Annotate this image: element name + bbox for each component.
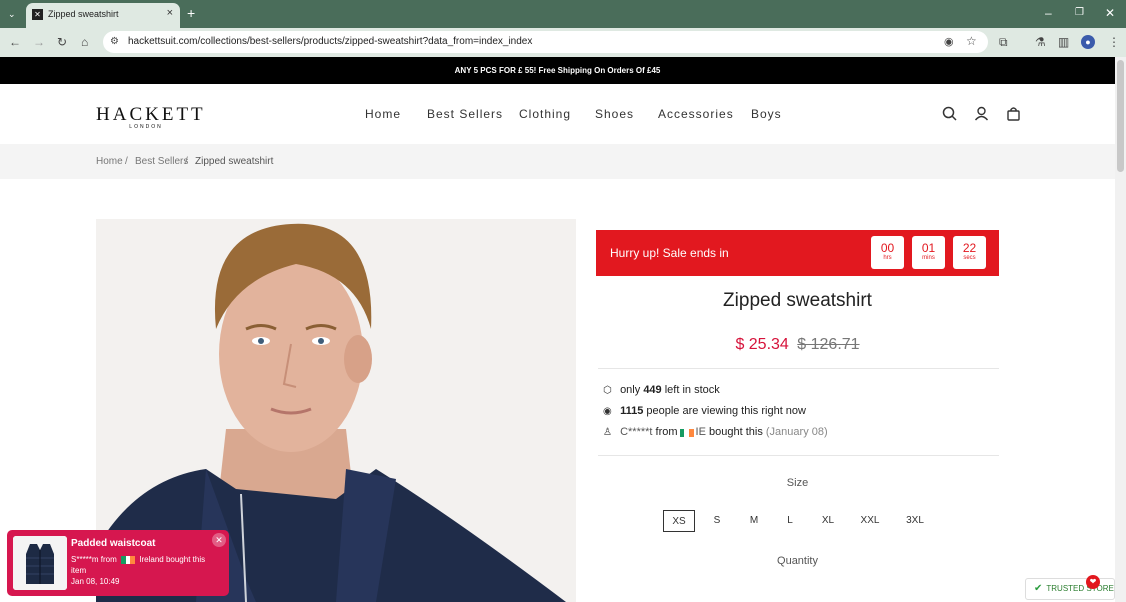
stock-info: ⬡ only 449 left in stock bbox=[603, 384, 720, 396]
minimize-icon[interactable]: – bbox=[1045, 6, 1052, 20]
nav-shoes[interactable]: Shoes bbox=[595, 107, 634, 121]
size-label: Size bbox=[786, 477, 809, 489]
forward-arrow-icon[interactable]: → bbox=[33, 35, 45, 49]
buyer-country: IE bbox=[695, 426, 706, 438]
stock-count: 449 bbox=[643, 384, 662, 396]
size-option-l[interactable]: L bbox=[779, 510, 801, 532]
close-window-icon[interactable]: ✕ bbox=[1105, 6, 1115, 20]
size-option-m[interactable]: M bbox=[742, 510, 766, 532]
viewers-count: 1115 bbox=[620, 405, 644, 417]
countdown-mins: 01 mins bbox=[912, 236, 945, 269]
nav-accessories[interactable]: Accessories bbox=[658, 107, 734, 121]
cart-bag-icon[interactable] bbox=[1006, 106, 1021, 121]
nav-best-sellers[interactable]: Best Sellers bbox=[427, 107, 503, 121]
search-icon[interactable] bbox=[942, 106, 957, 121]
popup-message: S*****m from Ireland bought this item bbox=[71, 554, 221, 576]
popup-buyer: S*****m from bbox=[71, 555, 117, 564]
ireland-flag-icon bbox=[121, 555, 135, 564]
tab-list-chevron-icon[interactable]: ⌄ bbox=[8, 7, 16, 21]
box-icon: ⬡ bbox=[603, 385, 612, 396]
price-original: $ 126.71 bbox=[797, 336, 860, 353]
stock-pre: only bbox=[620, 384, 641, 396]
account-icon[interactable] bbox=[974, 106, 989, 121]
scrollbar-thumb[interactable] bbox=[1117, 60, 1124, 172]
breadcrumb-separator: / bbox=[185, 156, 188, 167]
nav-clothing[interactable]: Clothing bbox=[519, 107, 571, 121]
address-bar[interactable]: ⚙ hackettsuit.com/collections/best-selle… bbox=[103, 31, 988, 53]
size-option-xxl[interactable]: XXL bbox=[856, 510, 884, 532]
trusted-store-badge[interactable]: ✔ TRUSTED STORE bbox=[1025, 578, 1115, 600]
countdown-secs-value: 22 bbox=[962, 241, 977, 255]
popup-close-icon[interactable]: ✕ bbox=[212, 533, 226, 547]
size-option-3xl[interactable]: 3XL bbox=[901, 510, 929, 532]
tab-close-icon[interactable]: × bbox=[167, 7, 173, 19]
popup-suffix: item bbox=[71, 566, 87, 575]
breadcrumb-separator: / bbox=[125, 156, 128, 167]
breadcrumb-current: Zipped sweatshirt bbox=[195, 156, 274, 167]
nav-home[interactable]: Home bbox=[365, 107, 401, 121]
user-icon: ♙ bbox=[603, 427, 612, 438]
popup-product-thumbnail[interactable] bbox=[13, 536, 67, 590]
divider bbox=[598, 368, 999, 369]
home-icon[interactable]: ⌂ bbox=[81, 35, 88, 49]
url-text[interactable]: hackettsuit.com/collections/best-sellers… bbox=[128, 36, 532, 47]
price-current: $ 25.34 bbox=[735, 336, 789, 353]
viewers-info: ◉ 1115 people are viewing this right now bbox=[603, 405, 806, 417]
announcement-bar: ANY 5 PCS FOR £ 55! Free Shipping On Ord… bbox=[0, 57, 1115, 84]
shield-check-icon: ✔ bbox=[1034, 583, 1043, 594]
popup-time: Jan 08, 10:49 bbox=[71, 577, 120, 586]
trusted-store-alert-icon[interactable]: ❤ bbox=[1086, 575, 1100, 589]
countdown-secs-unit: secs bbox=[963, 255, 976, 261]
lab-flask-icon[interactable]: ⚗ bbox=[1035, 35, 1046, 49]
purchase-notification-popup[interactable]: Padded waistcoat S*****m from Ireland bo… bbox=[7, 530, 229, 596]
new-tab-plus-icon[interactable]: + bbox=[187, 6, 195, 20]
size-option-xs[interactable]: XS bbox=[663, 510, 695, 532]
buyer-date: (January 08) bbox=[765, 426, 828, 438]
buyer-name: C*****t bbox=[620, 426, 653, 438]
browser-menu-icon[interactable]: ⋮ bbox=[1108, 35, 1120, 49]
buyer-action: bought this bbox=[709, 426, 763, 438]
logo-main-text: HACKETT bbox=[96, 104, 206, 125]
recent-buyer-info: ♙ C*****t from IE bought this (January 08… bbox=[603, 426, 828, 438]
eye-off-icon[interactable]: ◉ bbox=[944, 35, 954, 49]
trusted-store-label: TRUSTED STORE bbox=[1046, 584, 1114, 593]
side-panel-icon[interactable]: ▥ bbox=[1058, 35, 1069, 49]
product-title: Zipped sweatshirt bbox=[723, 290, 872, 311]
quantity-label: Quantity bbox=[777, 555, 818, 567]
product-price: $ 25.34 $ 126.71 bbox=[596, 336, 999, 354]
eye-icon: ◉ bbox=[603, 406, 612, 417]
sale-countdown-bar: Hurry up! Sale ends in 00 hrs 01 mins 22… bbox=[596, 230, 999, 276]
breadcrumb-home[interactable]: Home bbox=[96, 156, 123, 167]
hackett-logo[interactable]: HACKETT LONDON bbox=[96, 104, 206, 130]
divider bbox=[598, 455, 999, 456]
viewers-post: people are viewing this right now bbox=[646, 405, 806, 417]
countdown-hours-unit: hrs bbox=[883, 255, 892, 261]
countdown-mins-value: 01 bbox=[921, 241, 936, 255]
popup-title[interactable]: Padded waistcoat bbox=[71, 538, 155, 549]
tab-title: Zipped sweatshirt bbox=[48, 9, 119, 19]
site-info-icon[interactable]: ⚙ bbox=[110, 35, 119, 49]
nav-boys[interactable]: Boys bbox=[751, 107, 782, 121]
breadcrumb-best-sellers[interactable]: Best Sellers bbox=[135, 156, 188, 167]
sale-label: Hurry up! Sale ends in bbox=[610, 246, 729, 260]
countdown-mins-unit: mins bbox=[922, 255, 935, 261]
profile-avatar-icon[interactable]: ● bbox=[1081, 35, 1095, 49]
restore-icon[interactable]: ❐ bbox=[1075, 6, 1084, 20]
stock-post: left in stock bbox=[664, 384, 720, 396]
size-option-s[interactable]: S bbox=[706, 510, 728, 532]
countdown-hours-value: 00 bbox=[880, 241, 895, 255]
countdown-secs: 22 secs bbox=[953, 236, 986, 269]
back-arrow-icon[interactable]: ← bbox=[9, 35, 21, 49]
bookmark-star-icon[interactable]: ☆ bbox=[966, 34, 977, 48]
size-option-xl[interactable]: XL bbox=[815, 510, 841, 532]
popup-country: Ireland bought this bbox=[139, 555, 206, 564]
ireland-flag-icon bbox=[679, 428, 694, 438]
favicon-icon: ✕ bbox=[32, 9, 43, 20]
buyer-from: from bbox=[655, 426, 678, 438]
countdown-hours: 00 hrs bbox=[871, 236, 904, 269]
waistcoat-image bbox=[13, 536, 67, 590]
extensions-icon[interactable]: ⧉ bbox=[999, 35, 1008, 49]
browser-tab[interactable]: ✕ Zipped sweatshirt × bbox=[26, 3, 180, 28]
reload-icon[interactable]: ↻ bbox=[57, 35, 67, 49]
